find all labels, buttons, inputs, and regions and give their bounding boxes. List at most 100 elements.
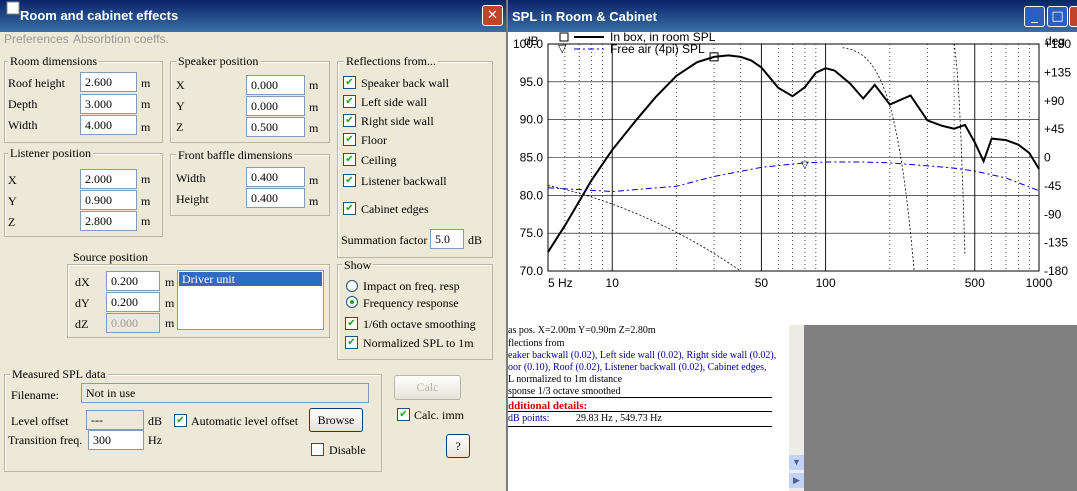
close-icon[interactable]: ✕: [482, 5, 503, 26]
help-button[interactable]: ?: [446, 434, 470, 458]
app-icon: [6, 1, 20, 18]
reflections-title: Reflections from...: [344, 54, 438, 68]
baffle-width-input[interactable]: 0.400: [246, 167, 305, 187]
unit-m: m: [141, 97, 151, 111]
reflection-label: Floor: [361, 133, 388, 147]
scroll-down-icon[interactable]: ▼: [789, 455, 804, 470]
dx-input[interactable]: 0.200: [106, 271, 160, 291]
speaker-y-input[interactable]: 0.000: [246, 96, 305, 116]
unit-m: m: [309, 173, 319, 187]
menu-preferences[interactable]: Preferences: [4, 32, 69, 46]
dialog-title: Room and cabinet effects: [20, 8, 179, 23]
close-icon[interactable]: [1069, 6, 1077, 27]
roof-height-label: Roof height: [8, 76, 65, 90]
y-tick-label: 90.0: [520, 113, 544, 127]
x-tick-label: 5 Hz: [548, 276, 573, 290]
dz-label: dZ: [75, 317, 89, 331]
series-marker: ▽: [801, 160, 809, 171]
roof-height-input[interactable]: 2.600: [80, 72, 137, 92]
room-dimensions-title: Room dimensions: [8, 54, 100, 68]
x-tick-label: 10: [606, 276, 620, 290]
menu-absorption[interactable]: Absorbtion coeffs.: [73, 32, 169, 46]
reflection-label: Speaker back wall: [361, 76, 449, 90]
listener-z-label: Z: [8, 215, 16, 229]
points-label: dB points:: [508, 413, 550, 424]
y-tick-label: 95.0: [520, 75, 544, 89]
baffle-height-input[interactable]: 0.400: [246, 188, 305, 208]
speaker-x-input[interactable]: 0.000: [246, 75, 305, 95]
unit-m: m: [165, 316, 175, 330]
checkbox-ceiling[interactable]: ✔: [343, 153, 356, 166]
scroll-right-icon[interactable]: ▶: [789, 473, 804, 488]
level-offset-unit: dB: [148, 414, 163, 428]
points-value: 29.83 Hz , 549.73 Hz: [576, 413, 662, 424]
x-tick-label: 50: [755, 276, 769, 290]
divider: [508, 397, 772, 398]
auto-level-label: Automatic level offset: [191, 414, 299, 428]
baffle-title: Front baffle dimensions: [176, 148, 295, 162]
y2-tick-label: -45: [1044, 179, 1062, 193]
report-line: flections from: [508, 338, 565, 349]
x-tick-label: 500: [965, 276, 985, 290]
checkbox-left-side-wall[interactable]: ✔: [343, 95, 356, 108]
legend-marker: [559, 32, 569, 42]
dialog-title-bar[interactable]: Room and cabinet effects ✕: [0, 0, 506, 32]
speaker-position-title: Speaker position: [176, 54, 261, 68]
divider: [508, 411, 772, 412]
y2-tick-label: -90: [1044, 207, 1062, 221]
speaker-z-label: Z: [176, 120, 184, 134]
checkbox-auto-level[interactable]: ✔: [174, 414, 187, 427]
reflection-label: Ceiling: [361, 153, 397, 167]
spl-window: SPL in Room & Cabinet _ □ 100.0 95.0 90.0 8…: [508, 0, 1077, 325]
checkbox-floor[interactable]: ✔: [343, 133, 356, 146]
y2-tick-label: +135: [1044, 65, 1071, 79]
checkbox-speaker-back-wall[interactable]: ✔: [343, 76, 356, 89]
checkbox-calc-imm[interactable]: ✔: [397, 408, 410, 421]
list-item[interactable]: Driver unit: [179, 272, 322, 286]
cabinet-edges-label: Cabinet edges: [361, 202, 429, 216]
listener-y-input[interactable]: 0.900: [80, 190, 137, 210]
checkbox-listener-backwall[interactable]: ✔: [343, 174, 356, 187]
listener-z-input[interactable]: 2.800: [80, 211, 137, 231]
checkbox-cabinet-edges[interactable]: ✔: [343, 202, 356, 215]
speaker-z-input[interactable]: 0.500: [246, 117, 305, 137]
unit-m: m: [309, 121, 319, 135]
calc-button[interactable]: Calc: [394, 375, 461, 400]
summation-unit: dB: [468, 233, 483, 247]
y2-tick-label: -135: [1044, 236, 1068, 250]
divider: [508, 426, 772, 427]
minimize-icon[interactable]: _: [1024, 6, 1045, 27]
legend-label: Free air (4pi) SPL: [610, 42, 705, 56]
depth-input[interactable]: 3.000: [80, 94, 137, 114]
report-window: as pos. X=2.00m Y=0.90m Z=2.80m flection…: [508, 325, 804, 491]
checkbox-right-side-wall[interactable]: ✔: [343, 114, 356, 127]
unit-m: m: [165, 296, 175, 310]
maximize-icon[interactable]: □: [1047, 6, 1068, 27]
speaker-x-label: X: [176, 78, 185, 92]
unit-m: m: [309, 78, 319, 92]
unit-m: m: [141, 214, 151, 228]
dy-input[interactable]: 0.200: [106, 292, 160, 312]
calc-imm-label: Calc. imm: [414, 408, 464, 422]
unit-m: m: [165, 275, 175, 289]
scrollbar[interactable]: ▼ ▶: [789, 325, 804, 491]
y-axis-label: dB: [524, 34, 539, 48]
checkbox-disable[interactable]: [311, 443, 324, 456]
disable-label: Disable: [329, 443, 366, 457]
spl-title-bar[interactable]: SPL in Room & Cabinet _ □: [508, 0, 1077, 32]
radio-impact[interactable]: [346, 280, 358, 292]
baffle-width-label: Width: [176, 171, 206, 185]
source-listbox[interactable]: Driver unit: [177, 270, 324, 330]
y2-tick-label: +45: [1044, 122, 1065, 136]
transition-label: Transition freq.: [8, 433, 83, 447]
speaker-y-label: Y: [176, 99, 185, 113]
radio-frequency[interactable]: [346, 296, 358, 308]
listener-x-input[interactable]: 2.000: [80, 169, 137, 189]
browse-button[interactable]: Browse: [309, 408, 363, 432]
checkbox-smoothing[interactable]: ✔: [345, 317, 358, 330]
width-input[interactable]: 4.000: [80, 115, 137, 135]
transition-input[interactable]: 300: [88, 430, 144, 450]
checkbox-normalized[interactable]: ✔: [345, 336, 358, 349]
smoothing-label: 1/6th octave smoothing: [363, 317, 476, 331]
summation-input[interactable]: 5.0: [430, 229, 464, 249]
